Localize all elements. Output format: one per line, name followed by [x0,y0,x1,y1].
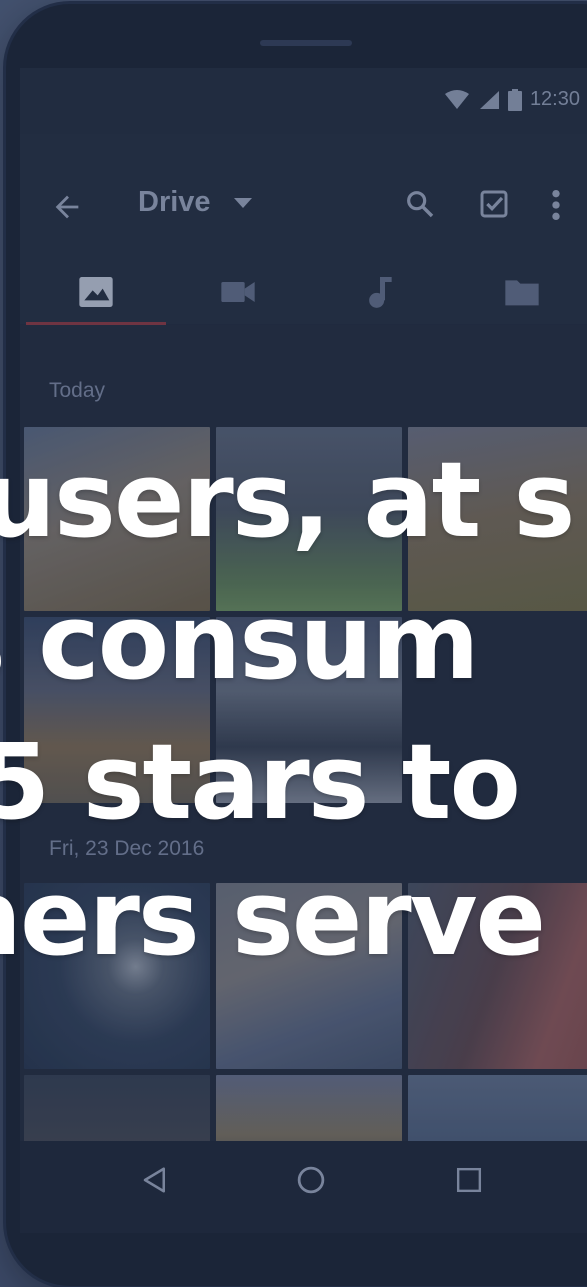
overlay-line-2: s consum [0,581,480,703]
overlay-line-4: ners serve [0,857,546,979]
overlay-line-1: users, at s [0,439,575,561]
promo-canvas: 12:30 Drive Today Fri, 23 Dec 2016 users… [0,0,587,1287]
overlay-line-3: 5 stars to [0,721,521,843]
